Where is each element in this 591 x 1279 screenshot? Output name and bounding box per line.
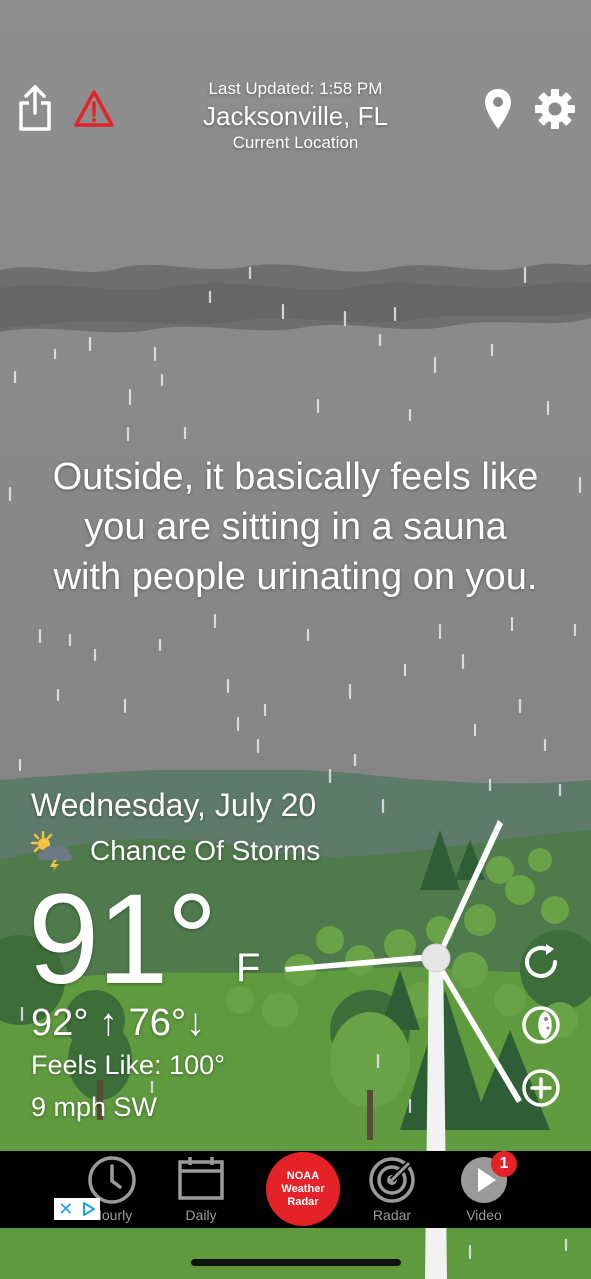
- feels-like: Feels Like: 100°: [31, 1050, 225, 1080]
- moon-icon: [522, 1006, 560, 1044]
- share-icon: [19, 85, 51, 131]
- tab-radar[interactable]: Radar: [347, 1151, 437, 1228]
- noaa-label-line: Weather: [281, 1182, 325, 1195]
- plus-circle-icon: [522, 1069, 560, 1107]
- wind-speed: 9 mph SW: [31, 1092, 158, 1122]
- close-icon[interactable]: ✕: [58, 1199, 73, 1219]
- condition-text: Chance Of Storms: [90, 835, 321, 866]
- tab-daily[interactable]: Daily: [156, 1151, 246, 1228]
- temperature-unit[interactable]: F: [236, 945, 260, 991]
- noaa-label-line: Radar: [287, 1195, 319, 1208]
- condition-row: Chance Of Storms: [30, 830, 320, 872]
- location-header: Last Updated: 1:58 PM Jacksonville, FL C…: [150, 78, 441, 154]
- noaa-label-line: NOAA: [286, 1169, 320, 1182]
- home-indicator[interactable]: [191, 1259, 401, 1266]
- current-location-label: Current Location: [232, 133, 359, 152]
- forecast-date: Wednesday, July 20: [31, 787, 317, 823]
- refresh-icon: [525, 944, 557, 978]
- warning-icon: [74, 90, 114, 127]
- quote-line: with people urinating on you.: [53, 556, 538, 598]
- weather-scene-background: [0, 0, 591, 1279]
- current-temperature: 91°: [28, 868, 218, 1011]
- gear-icon: [535, 89, 575, 129]
- high-low-temperatures: 92° ↑ 76°↓: [31, 1000, 205, 1046]
- city-name[interactable]: Jacksonville, FL: [150, 100, 441, 132]
- tab-label: Daily: [185, 1207, 217, 1223]
- location-button[interactable]: [478, 86, 518, 132]
- share-button[interactable]: [14, 84, 56, 132]
- tab-label: Radar: [372, 1207, 412, 1223]
- radar-icon: [369, 1157, 415, 1203]
- low-temperature: 76°: [128, 1002, 187, 1044]
- quote-line: you are sitting in a sauna: [84, 506, 507, 548]
- ad-choices[interactable]: ✕: [54, 1198, 100, 1220]
- down-arrow-icon: ↓: [186, 1002, 206, 1044]
- adchoices-icon: [82, 1202, 95, 1216]
- refresh-button[interactable]: [517, 938, 565, 986]
- video-badge: 1: [491, 1151, 517, 1177]
- calendar-icon: [178, 1157, 224, 1200]
- location-pin-icon: [485, 89, 511, 129]
- rain: [8, 266, 582, 1260]
- quote-line: Outside, it basically feels like: [52, 456, 539, 498]
- noaa-radar-button[interactable]: NOAA Weather Radar: [266, 1152, 340, 1226]
- tab-label: Video: [466, 1207, 502, 1223]
- high-temperature: 92°: [31, 1002, 89, 1044]
- up-arrow-icon: ↑: [88, 1002, 129, 1044]
- add-button[interactable]: [517, 1064, 565, 1112]
- weather-quote: Outside, it basically feels like you are…: [20, 452, 571, 602]
- partly-cloudy-storm-icon: [30, 830, 73, 872]
- alert-button[interactable]: [72, 88, 116, 130]
- last-updated-label: Last Updated: 1:58 PM: [208, 79, 383, 98]
- settings-button[interactable]: [532, 86, 578, 132]
- moon-button[interactable]: [517, 1001, 565, 1049]
